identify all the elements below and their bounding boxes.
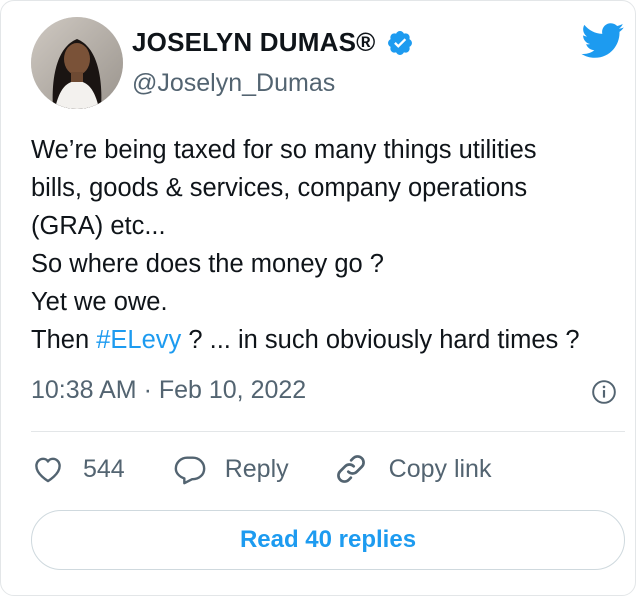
verified-badge-icon — [387, 30, 412, 55]
action-bar: 544 Reply Copy link — [31, 447, 491, 491]
reply-label: Reply — [224, 454, 289, 483]
reply-button[interactable]: Reply — [173, 452, 289, 486]
reply-bubble-icon — [174, 456, 206, 485]
info-icon[interactable] — [591, 379, 617, 405]
link-icon — [336, 455, 365, 483]
read-replies-label: Read 40 replies — [239, 526, 417, 553]
like-count: 544 — [83, 454, 125, 483]
tweet-line: bills, goods & services, company operati… — [31, 174, 528, 202]
tweet-line: (GRA) etc... — [31, 212, 166, 240]
author-name-row[interactable]: JOSELYN DUMAS® — [132, 27, 414, 58]
tweet-text: We’re being taxed for so many things uti… — [31, 131, 631, 359]
tweet-line-last: Then #ELevy ? ... in such obviously hard… — [31, 321, 631, 359]
like-button[interactable]: 544 — [31, 452, 125, 486]
tweet-line: So where does the money go ? — [31, 250, 384, 278]
copy-link-button[interactable]: Copy link — [333, 451, 492, 487]
tweet-line-prefix: Then — [31, 326, 97, 354]
heart-icon — [35, 457, 61, 483]
avatar[interactable] — [31, 17, 123, 109]
tweet-line: Yet we owe. — [31, 288, 168, 316]
divider — [31, 431, 625, 432]
tweet-timestamp[interactable]: 10:38 AM · Feb 10, 2022 — [31, 376, 306, 405]
hashtag-link[interactable]: #ELevy — [96, 326, 181, 354]
tweet-line: We’re being taxed for so many things uti… — [31, 136, 537, 164]
tweet-line-suffix: ? ... in such obviously hard times ? — [181, 326, 580, 354]
read-replies-button[interactable]: Read 40 replies — [31, 510, 625, 570]
author-display-name[interactable]: JOSELYN DUMAS® — [132, 27, 376, 58]
copy-link-label: Copy link — [388, 454, 492, 483]
twitter-bird-icon[interactable] — [581, 23, 625, 59]
tweet-card: JOSELYN DUMAS® @Joselyn_Dumas We’re bein… — [0, 0, 636, 596]
author-handle[interactable]: @Joselyn_Dumas — [132, 69, 335, 98]
